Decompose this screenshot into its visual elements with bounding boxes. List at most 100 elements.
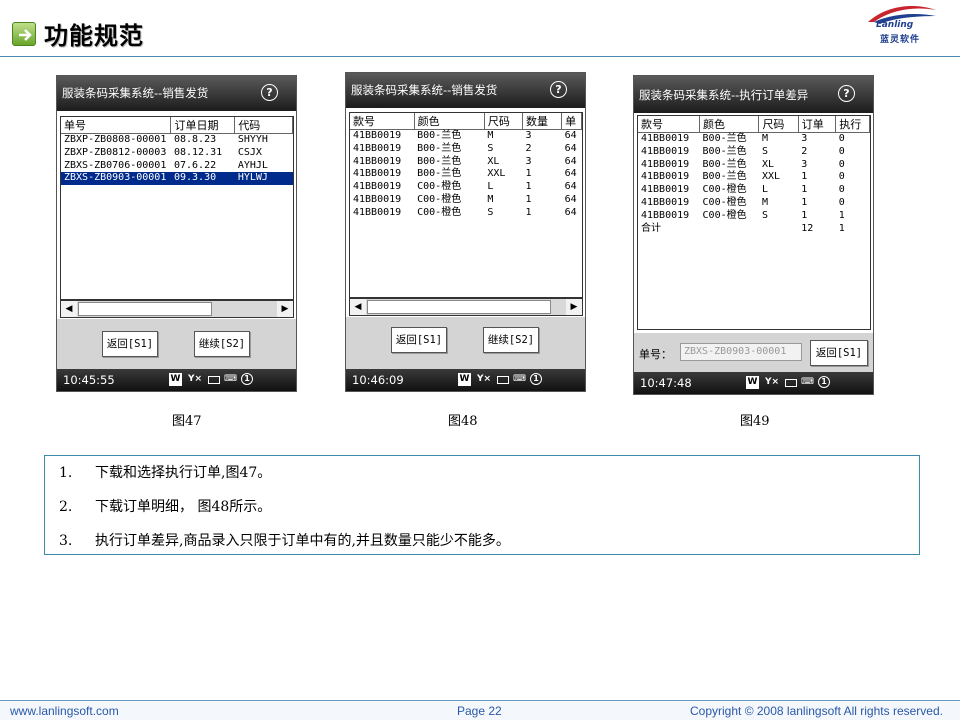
lanling-logo: Lanling 蓝灵软件: [866, 2, 940, 46]
table-row[interactable]: 41BB0019 C00-橙色 S 1 64: [350, 207, 582, 220]
cell: [759, 223, 798, 236]
horizontal-scrollbar[interactable]: ◀ ▶: [349, 298, 583, 316]
notification-icon[interactable]: 1: [241, 373, 253, 385]
table-row[interactable]: 41BB0019 B00-兰色 M 3 0: [638, 133, 870, 146]
cell: 64: [564, 206, 577, 218]
column-header[interactable]: 代码: [234, 117, 293, 134]
note-item: 2. 下载订单明细， 图48所示。: [59, 496, 271, 516]
scroll-right-icon[interactable]: ▶: [566, 299, 582, 315]
cell: S: [761, 145, 768, 157]
continue-button[interactable]: 继续[S2]: [194, 331, 250, 357]
note-text: 下载订单明细， 图48所示。: [95, 499, 272, 515]
table-row[interactable]: 41BB0019 B00-兰色 XXL 1 0: [638, 171, 870, 184]
table-row[interactable]: 41BB0019 B00-兰色 M 3 64: [350, 130, 582, 143]
cell: HYLWJ: [234, 172, 293, 186]
cell: 09.3.30: [170, 172, 235, 186]
battery-icon[interactable]: [208, 376, 220, 384]
column-header[interactable]: 款号: [350, 113, 415, 130]
table-row-total[interactable]: 合计 12 1: [638, 223, 870, 236]
cell: 41BB0019: [353, 206, 402, 218]
logo-text: Lanling: [876, 20, 914, 30]
help-icon[interactable]: ?: [838, 85, 855, 102]
order-number-field[interactable]: ZBXS-ZB0903-00001: [680, 343, 802, 361]
column-header[interactable]: 单号: [61, 117, 172, 134]
windows-icon[interactable]: W: [169, 373, 182, 386]
order-grid[interactable]: 单号 订单日期 代码 ZBXP-ZB0808-00001 08.8.23 SHYYH…: [60, 116, 294, 300]
table-row[interactable]: 41BB0019 C00-橙色 M 1 0: [638, 197, 870, 210]
difference-grid[interactable]: 款号 颜色 尺码 订单 执行 41BB0019 B00-兰色 M 3 0 41BB001…: [637, 115, 871, 330]
cell: B00-兰色: [417, 168, 462, 180]
window-title: 服装条码采集系统--销售发货: [351, 83, 498, 97]
column-header[interactable]: 数量: [522, 113, 563, 130]
battery-icon[interactable]: [497, 376, 509, 384]
status-bar: 10:46:09 W Y× ⌨ 1: [346, 369, 585, 391]
table-row[interactable]: 41BB0019 B00-兰色 XL 3 0: [638, 159, 870, 172]
back-button[interactable]: 返回[S1]: [391, 327, 447, 353]
window-title: 服装条码采集系统--销售发货: [62, 86, 209, 100]
cell: 64: [564, 181, 577, 193]
column-header[interactable]: 订单日期: [170, 117, 236, 134]
keyboard-icon[interactable]: ⌨: [224, 373, 237, 386]
table-row[interactable]: ZBXP-ZB0808-00001 08.8.23 SHYYH: [61, 134, 293, 147]
status-icons: W Y× ⌨ 1: [458, 373, 542, 386]
scroll-left-icon[interactable]: ◀: [350, 299, 366, 315]
signal-off-icon[interactable]: Y×: [186, 373, 204, 386]
battery-icon[interactable]: [785, 379, 797, 387]
detail-grid[interactable]: 款号 颜色 尺码 数量 单 41BB0019 B00-兰色 M 3 64 41BB001…: [349, 112, 583, 298]
help-icon[interactable]: ?: [550, 81, 567, 98]
table-row[interactable]: 41BB0019 B00-兰色 S 2 64: [350, 143, 582, 156]
table-row[interactable]: ZBXP-ZB0812-00003 08.12.31 CSJX: [61, 147, 293, 160]
scroll-thumb[interactable]: [367, 300, 551, 314]
column-header[interactable]: 颜色: [414, 113, 485, 130]
cell: ZBXP-ZB0808-00001: [64, 134, 167, 145]
keyboard-icon[interactable]: ⌨: [801, 376, 814, 389]
cell: [700, 223, 759, 236]
keyboard-icon[interactable]: ⌨: [513, 373, 526, 386]
column-header[interactable]: 执行: [835, 116, 870, 133]
scroll-left-icon[interactable]: ◀: [61, 301, 77, 317]
table-row[interactable]: 41BB0019 C00-橙色 L 1 0: [638, 184, 870, 197]
cell: 3: [525, 155, 532, 167]
horizontal-scrollbar[interactable]: ◀ ▶: [60, 300, 294, 318]
cell: M: [487, 193, 494, 205]
column-header[interactable]: 尺码: [758, 116, 799, 133]
signal-off-icon[interactable]: Y×: [763, 376, 781, 389]
cell: 1: [838, 222, 845, 234]
signal-off-icon[interactable]: Y×: [475, 373, 493, 386]
cell: B00-兰色: [702, 133, 747, 144]
cell: 2: [525, 142, 532, 154]
windows-icon[interactable]: W: [746, 376, 759, 389]
column-header[interactable]: 尺码: [484, 113, 524, 130]
table-row[interactable]: 41BB0019 B00-兰色 XL 3 64: [350, 156, 582, 169]
cell: B00-兰色: [702, 158, 747, 170]
windows-icon[interactable]: W: [458, 373, 471, 386]
back-button[interactable]: 返回[S1]: [102, 331, 158, 357]
cell: 2: [801, 145, 808, 157]
scroll-thumb[interactable]: [78, 302, 212, 316]
table-row[interactable]: 41BB0019 B00-兰色 XXL 1 64: [350, 168, 582, 181]
table-row-selected[interactable]: ZBXS-ZB0903-00001 09.3.30 HYLWJ: [61, 172, 293, 186]
notification-icon[interactable]: 1: [818, 376, 830, 388]
column-header[interactable]: 订单: [798, 116, 837, 133]
cell: 64: [564, 130, 577, 141]
back-button[interactable]: 返回[S1]: [810, 340, 868, 366]
cell: 41BB0019: [353, 181, 402, 193]
pda-screen-order-detail: 服装条码采集系统--销售发货 ? 款号 颜色 尺码 数量 单 41BB0019 B…: [345, 72, 586, 392]
column-header[interactable]: 颜色: [699, 116, 760, 133]
footer-website-link[interactable]: www.lanlingsoft.com: [10, 704, 119, 718]
column-header[interactable]: 单: [561, 113, 582, 130]
table-row[interactable]: 41BB0019 B00-兰色 S 2 0: [638, 146, 870, 159]
table-row[interactable]: 41BB0019 C00-橙色 M 1 64: [350, 194, 582, 207]
scroll-right-icon[interactable]: ▶: [277, 301, 293, 317]
cell: B00-兰色: [417, 155, 462, 167]
cell: 41BB0019: [641, 158, 690, 170]
continue-button[interactable]: 继续[S2]: [483, 327, 539, 353]
table-row[interactable]: ZBXS-ZB0706-00001 07.6.22 AYHJL: [61, 160, 293, 173]
figure-caption: 图47: [172, 414, 202, 429]
help-icon[interactable]: ?: [261, 84, 278, 101]
notification-icon[interactable]: 1: [530, 373, 542, 385]
table-row[interactable]: 41BB0019 C00-橙色 S 1 1: [638, 210, 870, 223]
table-row[interactable]: 41BB0019 C00-橙色 L 1 64: [350, 181, 582, 194]
cell: M: [761, 133, 768, 144]
column-header[interactable]: 款号: [638, 116, 701, 133]
